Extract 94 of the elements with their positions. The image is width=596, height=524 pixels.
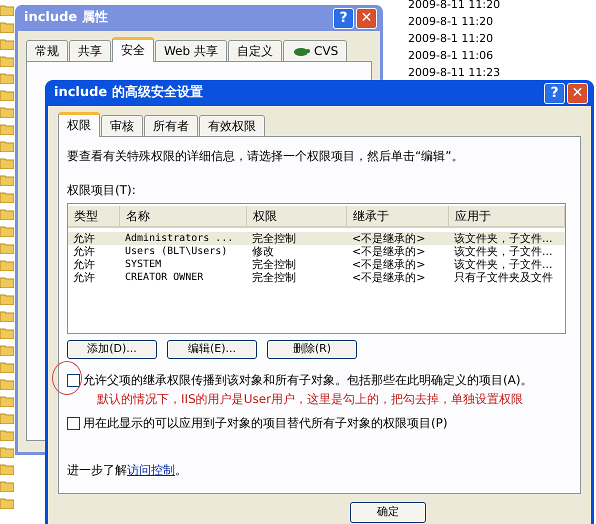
folder-icon xyxy=(0,344,14,356)
table-cell-text: 该文件夹，子文件... xyxy=(453,245,554,258)
folder-icon xyxy=(0,463,14,475)
folder-icon xyxy=(0,361,14,373)
dialog-button[interactable]: 删除(R) xyxy=(267,340,357,359)
tab[interactable]: Web 共享 xyxy=(155,40,227,61)
folder-icon xyxy=(0,378,14,390)
folder-icon xyxy=(0,225,14,237)
tab[interactable]: 审核 xyxy=(101,115,143,136)
table-cell-text: 该文件夹，子文件... xyxy=(453,232,554,245)
window-title: include 的高级安全设置 xyxy=(54,84,203,102)
folder-icon xyxy=(0,310,14,322)
folder-icon xyxy=(0,327,14,339)
tab[interactable]: 自定义 xyxy=(228,40,282,61)
close-button[interactable]: ✕ xyxy=(567,82,588,104)
column-header[interactable]: 权限 xyxy=(247,206,347,226)
help-button[interactable]: ? xyxy=(333,8,354,28)
folder-icon xyxy=(0,412,14,424)
column-header[interactable]: 继承于 xyxy=(347,206,449,226)
ok-button[interactable]: 确定 xyxy=(350,502,426,523)
checkbox-label[interactable]: 允许父项的继承权限传播到该对象和所有子对象。包括那些在此明确定义的项目(A)。 xyxy=(83,371,533,389)
folder-icon xyxy=(0,174,14,186)
intro-text: 要查看有关特殊权限的详细信息，请选择一个权限项目，然后单击“编辑”。 xyxy=(67,148,464,165)
folder-icon xyxy=(0,72,14,84)
tab[interactable]: 有效权限 xyxy=(199,115,265,136)
table-row[interactable]: 允许 Administrators ... 完全控制 <不是继承的> 该文件夹，子文件... xyxy=(68,232,565,245)
table-cell-text: 允许 xyxy=(72,245,96,258)
folder-icon xyxy=(0,140,14,152)
table-cell-text: Administrators ... xyxy=(124,232,234,245)
table-cell-text: CREATOR OWNER xyxy=(124,271,204,284)
annotation-text: 默认的情况下，IIS的用户是User用户，这里是勾上的，把勾去掉，单独设置权限 xyxy=(97,391,524,408)
folder-icon xyxy=(0,157,14,169)
checkbox[interactable] xyxy=(67,416,80,430)
table-cell-text: 允许 xyxy=(72,232,96,245)
date-modified: 2009-8-1 11:20 xyxy=(408,14,494,30)
learn-more-text: 进一步了解访问控制。 xyxy=(67,462,188,479)
folder-icon xyxy=(0,38,14,50)
folder-icon xyxy=(0,123,14,135)
folder-icon xyxy=(0,497,14,509)
folder-icon xyxy=(0,242,14,254)
checkbox[interactable] xyxy=(67,374,80,386)
tab[interactable]: CVS xyxy=(282,40,348,61)
table-cell-text: <不是继承的> xyxy=(351,232,426,245)
help-button[interactable]: ? xyxy=(544,82,565,104)
tab[interactable]: 常规 xyxy=(26,40,68,61)
date-modified: 2009-8-1 11:20 xyxy=(408,31,494,47)
table-cell-text: <不是继承的> xyxy=(351,258,426,271)
folder-icon xyxy=(0,4,14,16)
table-cell-text: 完全控制 xyxy=(251,271,297,284)
table-cell-text: 完全控制 xyxy=(251,232,297,245)
table-row[interactable]: 允许 CREATOR OWNER 完全控制 <不是继承的> 只有子文件夹及文件 xyxy=(68,271,565,284)
table-cell-text: 只有子文件夹及文件 xyxy=(453,271,554,284)
dialog-button[interactable]: 添加(D)... xyxy=(67,340,157,359)
table-cell-text: SYSTEM xyxy=(124,258,162,271)
folder-icon xyxy=(0,429,14,441)
column-header[interactable]: 名称 xyxy=(120,206,247,226)
folder-icon xyxy=(0,89,14,101)
table-cell-text: <不是继承的> xyxy=(351,245,426,258)
folder-icon xyxy=(0,480,14,492)
column-header[interactable]: 类型 xyxy=(68,206,120,226)
table-row[interactable]: 允许 SYSTEM 完全控制 <不是继承的> 该文件夹，子文件... xyxy=(68,258,565,271)
table-row[interactable]: 允许 Users (BLT\Users) 修改 <不是继承的> 该文件夹，子文件... xyxy=(68,245,565,258)
table-cell-text: <不是继承的> xyxy=(351,271,426,284)
close-button[interactable]: ✕ xyxy=(356,8,377,28)
table-cell-text: 完全控制 xyxy=(251,258,297,271)
list-label: 权限项目(T): xyxy=(67,182,137,199)
table-cell-text: 该文件夹，子文件... xyxy=(453,258,554,271)
checkbox-label[interactable]: 用在此显示的可以应用到子对象的项目替代所有子对象的权限项目(P) xyxy=(83,414,448,432)
tab[interactable]: 安全 xyxy=(112,37,154,62)
folder-icon xyxy=(0,395,14,407)
date-modified: 2009-8-1 11:06 xyxy=(408,48,494,64)
column-header[interactable]: 应用于 xyxy=(449,206,565,226)
folder-icon xyxy=(0,259,14,271)
folder-icon xyxy=(0,276,14,288)
table-cell-text: 允许 xyxy=(72,258,96,271)
dialog-button[interactable]: 编辑(E)... xyxy=(167,340,257,359)
date-modified: 2009-8-11 11:23 xyxy=(408,65,500,81)
folder-icon xyxy=(0,55,14,67)
tab[interactable]: 所有者 xyxy=(144,115,198,136)
table-cell-text: Users (BLT\Users) xyxy=(124,245,228,258)
help-link[interactable]: 访问控制 xyxy=(127,463,175,477)
tab[interactable]: 权限 xyxy=(58,112,100,137)
folder-icon xyxy=(0,191,14,203)
folder-icon xyxy=(0,446,14,458)
date-modified: 2009-8-11 11:20 xyxy=(408,0,500,13)
window-title: include 属性 xyxy=(24,9,108,28)
table-cell-text: 允许 xyxy=(72,271,96,284)
folder-icon xyxy=(0,293,14,305)
table-cell-text: 修改 xyxy=(251,245,275,258)
folder-icon xyxy=(0,106,14,118)
annotation-ellipse xyxy=(52,361,82,395)
folder-icon xyxy=(0,21,14,33)
folder-icon xyxy=(0,208,14,220)
tab[interactable]: 共享 xyxy=(69,40,111,61)
